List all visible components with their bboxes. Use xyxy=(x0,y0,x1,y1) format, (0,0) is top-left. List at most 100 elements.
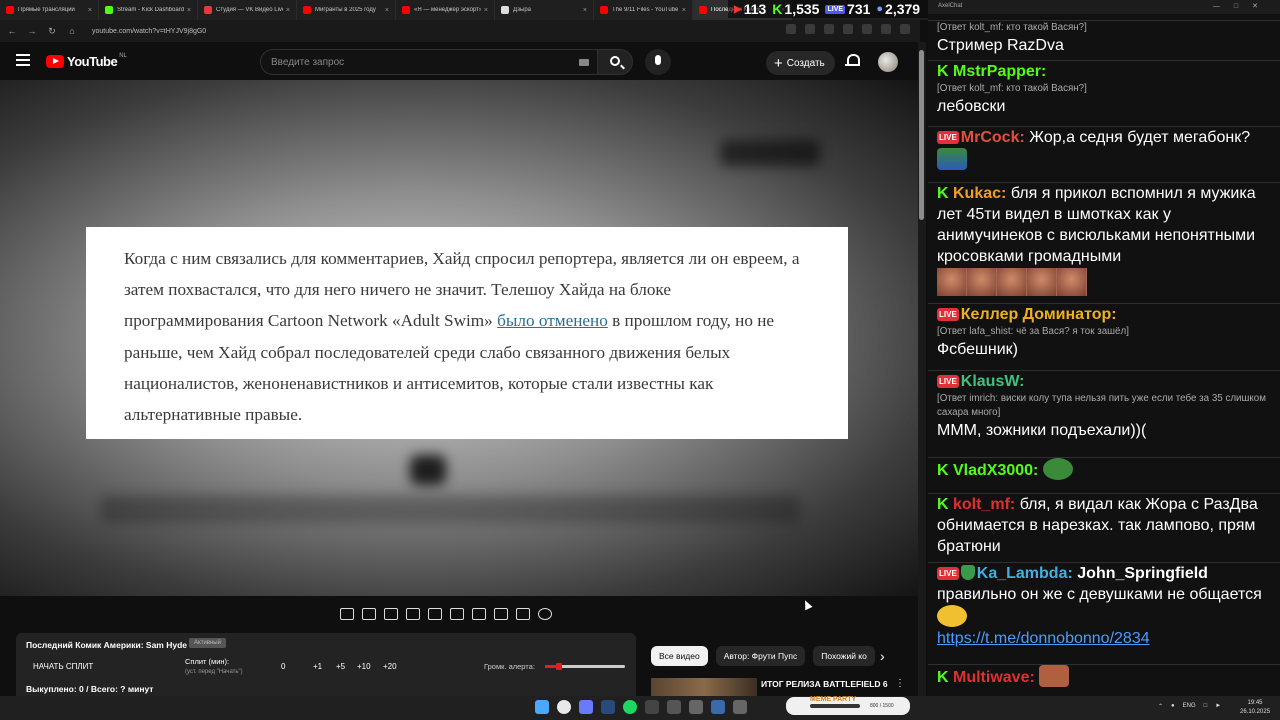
speed-icon[interactable] xyxy=(472,608,486,620)
volume-knob[interactable] xyxy=(556,663,563,670)
back-icon[interactable]: ← xyxy=(6,26,18,36)
search-input[interactable]: Введите запрос xyxy=(260,49,598,75)
youtube-logo[interactable]: YouTube NL xyxy=(46,53,127,69)
chevron-right-icon[interactable]: › xyxy=(880,648,885,664)
emote-strip xyxy=(937,268,1280,296)
clock[interactable]: 19:45 26.10.2025 xyxy=(1240,699,1270,717)
notifications-icon[interactable] xyxy=(845,53,860,68)
chat-username[interactable]: MstrPapper: xyxy=(953,63,1046,80)
create-button[interactable]: + Создать xyxy=(766,51,835,75)
gear-icon[interactable] xyxy=(538,608,552,620)
article-link[interactable]: было отменено xyxy=(497,311,608,330)
start-split-button[interactable]: НАЧАТЬ СПЛИТ xyxy=(33,662,93,671)
close-icon[interactable]: × xyxy=(583,7,587,14)
loop-icon[interactable] xyxy=(340,608,354,620)
mic-icon[interactable]: ● xyxy=(1171,703,1175,710)
app-icon[interactable] xyxy=(689,700,703,714)
volume-icon[interactable]: ► xyxy=(1215,703,1221,710)
browser-tab[interactable]: The 9/11 Files - YouTube × xyxy=(594,0,693,20)
more-icon[interactable]: ⋮ xyxy=(895,678,905,689)
discord-icon[interactable] xyxy=(579,700,593,714)
close-icon[interactable]: × xyxy=(88,7,92,14)
chat-username[interactable]: MrCock: xyxy=(961,129,1025,146)
tab-label: Студия — VK Видео Live xyxy=(216,7,283,13)
home-icon[interactable]: ⌂ xyxy=(66,26,78,36)
search-button[interactable] xyxy=(597,49,633,75)
chat-message: LIVE MrCock: Жор,а седня будет мегабонк? xyxy=(928,126,1280,171)
close-icon[interactable]: × xyxy=(187,7,191,14)
obs-icon[interactable] xyxy=(667,700,681,714)
close-icon[interactable]: × xyxy=(385,7,389,14)
clapper-icon[interactable] xyxy=(406,608,420,620)
live-badge-icon: LIVE xyxy=(937,375,959,388)
zoom-icon[interactable] xyxy=(805,24,815,34)
chrome-icon[interactable] xyxy=(557,700,571,714)
menu-icon[interactable] xyxy=(16,54,30,66)
picture-icon[interactable] xyxy=(428,608,442,620)
chip-all[interactable]: Все видео xyxy=(651,646,708,666)
alert-volume-slider[interactable] xyxy=(545,663,625,670)
language-indicator[interactable]: ENG xyxy=(1183,703,1196,710)
keyboard-icon[interactable] xyxy=(579,59,589,66)
settings-toggle-icon[interactable] xyxy=(384,608,398,620)
close-icon[interactable]: × xyxy=(682,7,686,14)
cast-icon[interactable] xyxy=(786,24,796,34)
browser-tab[interactable]: «Я — менеджер эскорт» × xyxy=(396,0,495,20)
chip-similar[interactable]: Похожий ко xyxy=(813,646,875,666)
voice-search-button[interactable] xyxy=(645,49,671,75)
spotify-icon[interactable] xyxy=(623,700,637,714)
share-icon[interactable] xyxy=(824,24,834,34)
tab-label: Дзыра xyxy=(513,7,531,13)
chat-username[interactable]: Kukac: xyxy=(953,185,1006,202)
add-icon[interactable] xyxy=(494,608,508,620)
browser-tab[interactable]: Stream - Kick Dashboard × xyxy=(99,0,198,20)
chat-text: лебовски xyxy=(937,98,1006,115)
chat-link[interactable]: https://t.me/donnobonno/2834 xyxy=(937,628,1280,649)
chat-username[interactable]: Келлер Доминатор: xyxy=(961,306,1117,323)
close-icon[interactable]: × xyxy=(286,7,290,14)
browser-tab[interactable]: Студия — VK Видео Live × xyxy=(198,0,297,20)
screenshot-icon[interactable] xyxy=(516,608,530,620)
increment-20-button[interactable]: +20 xyxy=(383,662,397,671)
chat-username[interactable]: Ka_Lambda: xyxy=(977,565,1073,582)
chevron-up-icon[interactable]: ⌃ xyxy=(1158,703,1163,710)
url-field[interactable]: youtube.com/watch?v=tHYJV9j8gG0 xyxy=(92,28,206,35)
increment-1-button[interactable]: +1 xyxy=(313,662,322,671)
download-icon[interactable] xyxy=(881,24,891,34)
chat-username[interactable]: kolt_mf: xyxy=(953,496,1015,513)
video-player[interactable]: Когда с ним связались для комментариев, … xyxy=(0,80,918,596)
start-icon[interactable] xyxy=(535,700,549,714)
theater-icon[interactable] xyxy=(450,608,464,620)
meme-party-progress xyxy=(810,704,860,708)
forward-icon[interactable]: → xyxy=(26,26,38,36)
network-icon[interactable]: □ xyxy=(1204,703,1208,710)
browser-tab[interactable]: Прямые трансляции × xyxy=(0,0,99,20)
close-icon[interactable]: × xyxy=(484,7,488,14)
app-icon[interactable] xyxy=(645,700,659,714)
kick-icon: K xyxy=(772,1,783,17)
audio-icon[interactable] xyxy=(362,608,376,620)
vk-live-icon: LIVE xyxy=(825,4,846,14)
increment-5-button[interactable]: +5 xyxy=(336,662,345,671)
reload-icon[interactable]: ↻ xyxy=(46,26,58,37)
chip-author[interactable]: Автор: Фрути Пупс xyxy=(715,646,806,666)
steam-icon[interactable] xyxy=(601,700,615,714)
chat-username[interactable]: Multiwave: xyxy=(953,669,1035,686)
bookmark-icon[interactable] xyxy=(843,24,853,34)
video-thumbnail[interactable] xyxy=(651,678,757,696)
avatar[interactable] xyxy=(878,52,898,72)
recommended-video[interactable]: ИТОГ РЕЛИЗА BATTLEFIELD 6 ⋮ xyxy=(651,676,919,696)
browser-tab[interactable]: Дзыра × xyxy=(495,0,594,20)
profile-icon[interactable] xyxy=(900,24,910,34)
extension-icon[interactable] xyxy=(862,24,872,34)
window-controls-icon[interactable]: —□✕ xyxy=(1213,2,1272,10)
moderator-shield-icon xyxy=(960,565,975,580)
video-title[interactable]: ИТОГ РЕЛИЗА BATTLEFIELD 6 xyxy=(761,679,888,689)
app-icon[interactable] xyxy=(733,700,747,714)
app-icon[interactable] xyxy=(711,700,725,714)
increment-10-button[interactable]: +10 xyxy=(357,662,371,671)
browser-tab[interactable]: Мигранты в 2025 году × xyxy=(297,0,396,20)
chat-username[interactable]: VladX3000: xyxy=(953,462,1038,479)
scrollbar-thumb[interactable] xyxy=(919,50,924,220)
chat-username[interactable]: KlausW: xyxy=(961,373,1025,390)
